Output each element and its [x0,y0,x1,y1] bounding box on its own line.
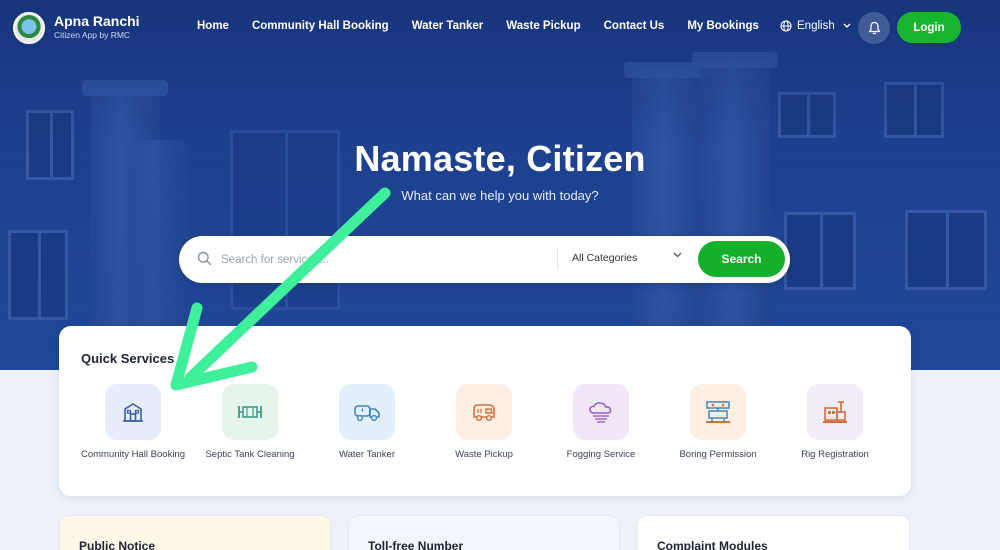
notification-button[interactable] [858,12,890,44]
service-icon-tile [807,384,863,440]
hero-subtitle: What can we help you with today? [401,188,599,203]
service-label: Water Tanker [339,449,395,460]
chevron-down-icon [843,23,851,28]
service-icon-tile [105,384,161,440]
search-icon [197,251,212,266]
globe-icon [780,20,792,32]
card-title: Toll-free Number [368,539,464,550]
language-label: English [797,20,835,32]
search-bar: All Categories Search [179,236,790,283]
category-select[interactable]: All Categories [572,252,637,264]
nav-link-contact-us[interactable]: Contact Us [604,20,665,32]
language-selector[interactable]: English [780,20,851,32]
quick-services-card: Quick Services Community Hall Booking Se… [59,326,911,496]
nav-link-waste-pickup[interactable]: Waste Pickup [506,20,580,32]
service-water-tanker[interactable]: Water Tanker [312,384,422,461]
service-icon-tile [222,384,278,440]
water-truck-icon [354,405,380,422]
service-label: Septic Tank Cleaning [205,449,295,460]
service-rig-registration[interactable]: Rig Registration [780,384,890,461]
chevron-down-icon[interactable] [673,252,682,258]
service-icon-tile [573,384,629,440]
nav-links: Home Community Hall Booking Water Tanker… [197,20,782,32]
building-icon [123,403,143,422]
rmc-emblem-icon[interactable] [13,12,45,44]
nav-link-home[interactable]: Home [197,20,229,32]
brand-subtitle: Citizen App by RMC [54,30,131,40]
search-input[interactable] [221,248,541,272]
complaint-modules-card[interactable]: Complaint Modules [637,515,910,550]
brand-name[interactable]: Apna Ranchi [54,13,140,29]
bell-icon [868,21,880,35]
hero-title: Namaste, Citizen [354,138,646,179]
garbage-truck-icon [473,404,495,422]
service-icon-tile [456,384,512,440]
card-title: Public Notice [79,539,156,550]
search-button[interactable]: Search [698,241,785,277]
hero-banner: Apna Ranchi Citizen App by RMC Home Comm… [0,0,1000,370]
service-icon-tile [339,384,395,440]
service-label: Community Hall Booking [80,449,185,460]
service-fogging-service[interactable]: Fogging Service [546,384,656,461]
service-septic-tank-cleaning[interactable]: Septic Tank Cleaning [195,384,305,461]
login-button[interactable]: Login [897,12,961,43]
drill-rig-icon [706,401,730,423]
service-label: Rig Registration [801,449,869,460]
rig-machine-icon [823,401,847,423]
nav-link-community-hall-booking[interactable]: Community Hall Booking [252,20,389,32]
search-divider [557,249,558,270]
service-boring-permission[interactable]: Boring Permission [663,384,773,461]
service-label: Waste Pickup [455,449,513,460]
fog-cloud-icon [589,402,612,423]
card-title: Complaint Modules [657,539,768,550]
service-waste-pickup[interactable]: Waste Pickup [429,384,539,461]
nav-link-water-tanker[interactable]: Water Tanker [412,20,484,32]
service-label: Boring Permission [679,449,757,460]
top-navbar: Apna Ranchi Citizen App by RMC Home Comm… [0,0,1000,56]
service-icon-tile [690,384,746,440]
tank-icon [238,406,262,418]
service-community-hall-booking[interactable]: Community Hall Booking [78,384,188,461]
toll-free-number-card[interactable]: Toll-free Number [348,515,620,550]
public-notice-card[interactable]: Public Notice [59,515,331,550]
service-label: Fogging Service [566,449,636,460]
nav-link-my-bookings[interactable]: My Bookings [687,20,759,32]
quick-services-title: Quick Services [81,351,175,366]
